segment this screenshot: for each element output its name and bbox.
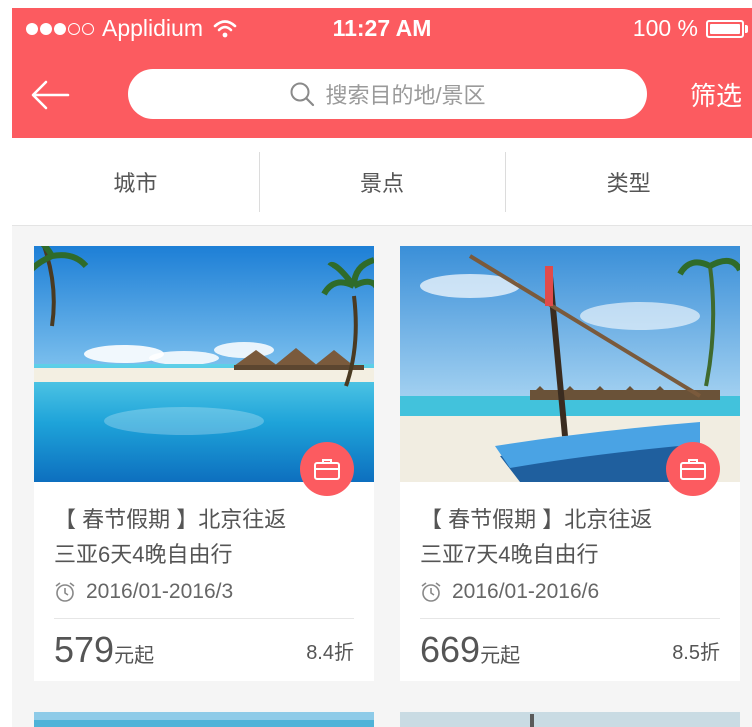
product-price: 669元起 [420,629,520,671]
product-date-text: 2016/01-2016/6 [452,580,600,603]
price-unit: 元起 [480,645,521,667]
product-title-line1: 【 春节假期 】北京往返 [54,507,287,532]
product-title-line1: 【 春节假期 】北京往返 [420,507,653,532]
back-button[interactable] [30,78,70,112]
product-date-text: 2016/01-2016/3 [86,580,234,603]
tab-attraction[interactable]: 景点 [258,138,506,225]
product-date: 2016/01-2016/6 [420,580,720,604]
app-header: Applidium 11:27 AM 100 % 搜索目的地/景区 筛选 [12,8,752,138]
product-card-peek[interactable] [400,712,740,727]
price-value: 579 [54,629,115,670]
product-card-peek[interactable] [34,712,374,727]
product-card[interactable]: 【 春节假期 】北京往返 三亚6天4晚自由行 2016/01-2016/3 57… [34,246,374,681]
product-discount: 8.4折 [306,641,354,664]
search-icon [290,82,315,107]
alarm-clock-icon [55,582,75,602]
briefcase-icon[interactable] [300,442,354,496]
battery-indicator: 100 % [633,15,748,42]
arrow-left-icon [31,80,70,110]
battery-icon [706,19,744,38]
product-grid: 【 春节假期 】北京往返 三亚6天4晚自由行 2016/01-2016/3 57… [12,226,752,727]
filter-button[interactable]: 筛选 [690,76,742,113]
price-unit: 元起 [114,645,155,667]
product-price: 579元起 [54,629,154,671]
product-title-line2: 三亚7天4晚自由行 [420,542,599,567]
category-tabs: 城市 景点 类型 [12,138,752,226]
product-card[interactable]: 【 春节假期 】北京往返 三亚7天4晚自由行 2016/01-2016/6 66… [400,246,740,681]
alarm-clock-icon [421,582,441,602]
product-title: 【 春节假期 】北京往返 三亚6天4晚自由行 [54,502,354,572]
battery-percent: 100 % [632,15,698,41]
tab-city[interactable]: 城市 [12,138,259,225]
product-title: 【 春节假期 】北京往返 三亚7天4晚自由行 [420,502,720,572]
product-date: 2016/01-2016/3 [54,580,354,604]
price-value: 669 [420,629,481,670]
briefcase-icon[interactable] [666,442,720,496]
status-bar: Applidium 11:27 AM 100 % [12,8,752,50]
product-title-line2: 三亚6天4晚自由行 [54,542,233,567]
search-placeholder: 搜索目的地/景区 [325,83,486,108]
tab-type[interactable]: 类型 [505,138,752,225]
product-discount: 8.5折 [672,641,720,664]
search-input[interactable]: 搜索目的地/景区 [128,69,647,119]
